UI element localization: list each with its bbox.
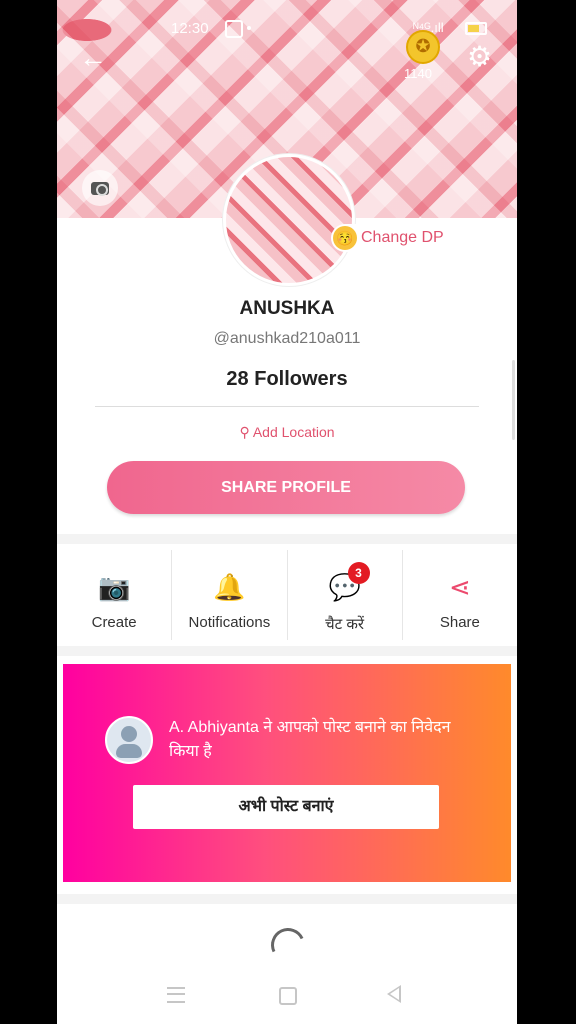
status-time: 12:30	[171, 20, 209, 37]
bell-icon: 🔔	[213, 572, 246, 602]
add-location-link[interactable]: ⚲ Add Location	[57, 424, 517, 441]
profile-name: ANUSHKA	[239, 298, 335, 319]
chat-badge: 3	[347, 562, 370, 584]
change-dp-button[interactable]: 😚 Change DP	[331, 224, 450, 252]
location-pin-icon: ⚲	[239, 424, 250, 440]
profile-avatar[interactable]	[223, 154, 355, 286]
share-profile-button[interactable]: SHARE PROFILE	[107, 461, 465, 514]
recent-apps-icon[interactable]	[167, 987, 185, 1003]
post-request-message: A. Abhiyanta ने आपको पोस्ट बनाने का निवे…	[169, 719, 451, 760]
divider	[95, 406, 479, 407]
settings-gear-icon[interactable]: ⚙	[467, 40, 492, 73]
status-bar: 12:30 ᴺ⁴ᴳ.ıll	[57, 18, 517, 38]
notifications-action[interactable]: 🔔 Notifications	[172, 550, 288, 640]
coin-icon[interactable]: ✪	[406, 30, 440, 64]
kissing-face-icon: 😚	[333, 226, 357, 250]
action-bar: 📷 Create 🔔 Notifications 💬 3 चैट करें ⋖ …	[57, 550, 517, 640]
create-post-now-button[interactable]: अभी पोस्ट बनाएं	[133, 785, 439, 829]
camera-icon: 📷	[98, 572, 131, 602]
share-action[interactable]: ⋖ Share	[403, 550, 517, 640]
change-dp-label: Change DP	[361, 229, 444, 246]
status-dot-icon	[247, 26, 251, 30]
section-separator	[57, 894, 517, 904]
followers-count[interactable]: 28 Followers	[57, 368, 517, 391]
scrollbar[interactable]	[512, 360, 515, 440]
section-separator	[57, 646, 517, 656]
profile-screen: 12:30 ᴺ⁴ᴳ.ıll ← ✪ 1140 ⚙ 😚 Change DP ANU…	[57, 0, 517, 1024]
battery-icon	[465, 22, 487, 35]
section-separator	[57, 534, 517, 544]
add-location-label: Add Location	[252, 424, 335, 440]
create-label: Create	[91, 614, 137, 631]
requester-avatar[interactable]	[105, 716, 153, 764]
change-cover-camera-icon[interactable]	[82, 170, 118, 206]
system-nav-bar	[57, 975, 517, 1015]
loading-spinner-icon	[266, 923, 310, 967]
share-label: Share	[439, 614, 480, 631]
post-request-card: A. Abhiyanta ने आपको पोस्ट बनाने का निवे…	[63, 664, 511, 882]
notification-icon	[225, 20, 243, 38]
back-arrow-icon[interactable]: ←	[79, 44, 107, 72]
share-icon: ⋖	[448, 572, 471, 602]
chat-label: चैट करें	[325, 616, 365, 633]
coin-count: 1140	[404, 66, 432, 81]
create-action[interactable]: 📷 Create	[57, 550, 173, 640]
back-triangle-icon[interactable]	[387, 985, 401, 1003]
notifications-label: Notifications	[188, 614, 271, 631]
profile-handle: @anushkad210a011	[213, 330, 361, 347]
home-icon[interactable]	[279, 987, 297, 1005]
chat-action[interactable]: 💬 3 चैट करें	[288, 550, 403, 640]
